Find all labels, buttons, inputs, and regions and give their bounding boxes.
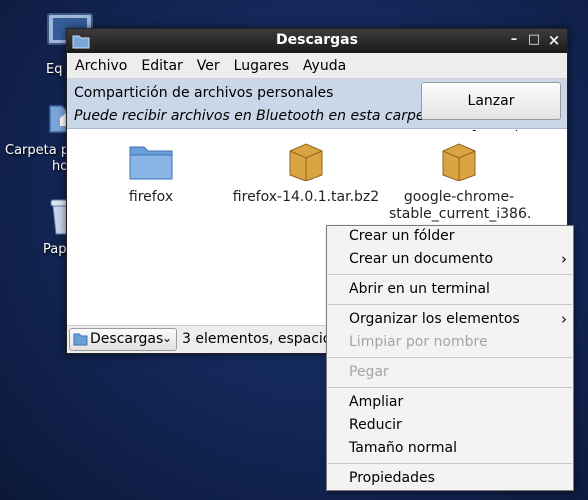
infobar-message: Puede recibir archivos en Bluetooth en e…: [74, 108, 439, 124]
folder-icon: [73, 332, 88, 350]
status-text: 3 elementos, espacio: [182, 331, 332, 347]
menu-item-label: Abrir en un terminal: [349, 281, 490, 297]
menu-item-clean-by-name: Limpiar por nombre: [327, 333, 573, 355]
menu-item-label: Limpiar por nombre: [349, 334, 488, 350]
context-menu: Crear un fólder Crear un documento › Abr…: [326, 225, 574, 491]
file-item-firefox-tar[interactable]: firefox-14.0.1.tar.bz2: [231, 141, 381, 206]
menu-item-properties[interactable]: Propiedades: [327, 469, 573, 491]
menu-item-label: Crear un documento: [349, 251, 494, 267]
close-button[interactable]: ×: [545, 31, 563, 49]
menu-item-paste: Pegar: [327, 363, 573, 385]
menu-item-zoom-in[interactable]: Ampliar: [327, 393, 573, 415]
chevron-right-icon: ›: [561, 250, 567, 268]
location-label: Descargas: [90, 331, 164, 347]
location-dropdown[interactable]: Descargas ⌄: [69, 328, 177, 351]
chevron-right-icon: ›: [561, 310, 567, 328]
window-title: Descargas: [276, 32, 358, 48]
folder-icon: [129, 146, 173, 180]
menu-ayuda[interactable]: Ayuda: [299, 58, 350, 74]
menu-item-normal-size[interactable]: Tamaño normal: [327, 439, 573, 461]
trash-label: Pap: [43, 242, 67, 257]
menu-item-label: Reducir: [349, 417, 402, 433]
file-name-line2: stable_current_i386.: [389, 206, 532, 222]
menu-item-label: Pegar: [349, 364, 389, 380]
menu-lugares[interactable]: Lugares: [230, 58, 293, 74]
menu-item-label: Propiedades: [349, 470, 435, 486]
package-icon: [289, 143, 323, 182]
menu-separator: [328, 463, 572, 464]
file-name-line1: google-chrome-: [403, 189, 515, 205]
menu-archivo[interactable]: Archivo: [71, 58, 131, 74]
menu-item-create-folder[interactable]: Crear un fólder: [327, 227, 573, 249]
menu-item-label: Organizar los elementos: [349, 311, 520, 327]
menu-separator: [328, 274, 572, 275]
menu-ver[interactable]: Ver: [193, 58, 224, 74]
titlebar[interactable]: Descargas – □ ×: [67, 29, 567, 53]
menu-item-arrange-items[interactable]: Organizar los elementos ›: [327, 310, 573, 332]
file-item-google-chrome[interactable]: google-chrome- stable_current_i386.: [389, 141, 532, 223]
file-name: firefox: [128, 189, 174, 205]
chevron-down-icon: ⌄: [161, 331, 172, 345]
menu-item-zoom-out[interactable]: Reducir: [327, 416, 573, 438]
file-name: firefox-14.0.1.tar.bz2: [232, 189, 380, 205]
menu-separator: [328, 304, 572, 305]
computer-desktop-label: Eq: [46, 62, 63, 77]
menu-item-label: Crear un fólder: [349, 228, 455, 244]
menu-item-label: Ampliar: [349, 394, 404, 410]
menubar: Archivo Editar Ver Lugares Ayuda: [67, 53, 567, 79]
file-item-firefox[interactable]: firefox: [111, 141, 191, 206]
menu-item-label: Tamaño normal: [349, 440, 457, 456]
menu-separator: [328, 387, 572, 388]
menu-item-create-document[interactable]: Crear un documento ›: [327, 250, 573, 272]
minimize-button[interactable]: –: [505, 31, 523, 49]
home-folder-label: Carpeta p: [5, 143, 70, 158]
infobar-title: Compartición de archivos personales: [74, 85, 334, 101]
maximize-button[interactable]: □: [525, 31, 543, 49]
menu-editar[interactable]: Editar: [137, 58, 186, 74]
launch-preferences-button[interactable]: Lanzar preferencias: [421, 82, 561, 145]
sharing-infobar: Compartición de archivos personales Pued…: [67, 79, 567, 145]
menu-separator: [328, 357, 572, 358]
package-icon: [442, 143, 476, 182]
menu-item-open-terminal[interactable]: Abrir en un terminal: [327, 280, 573, 302]
